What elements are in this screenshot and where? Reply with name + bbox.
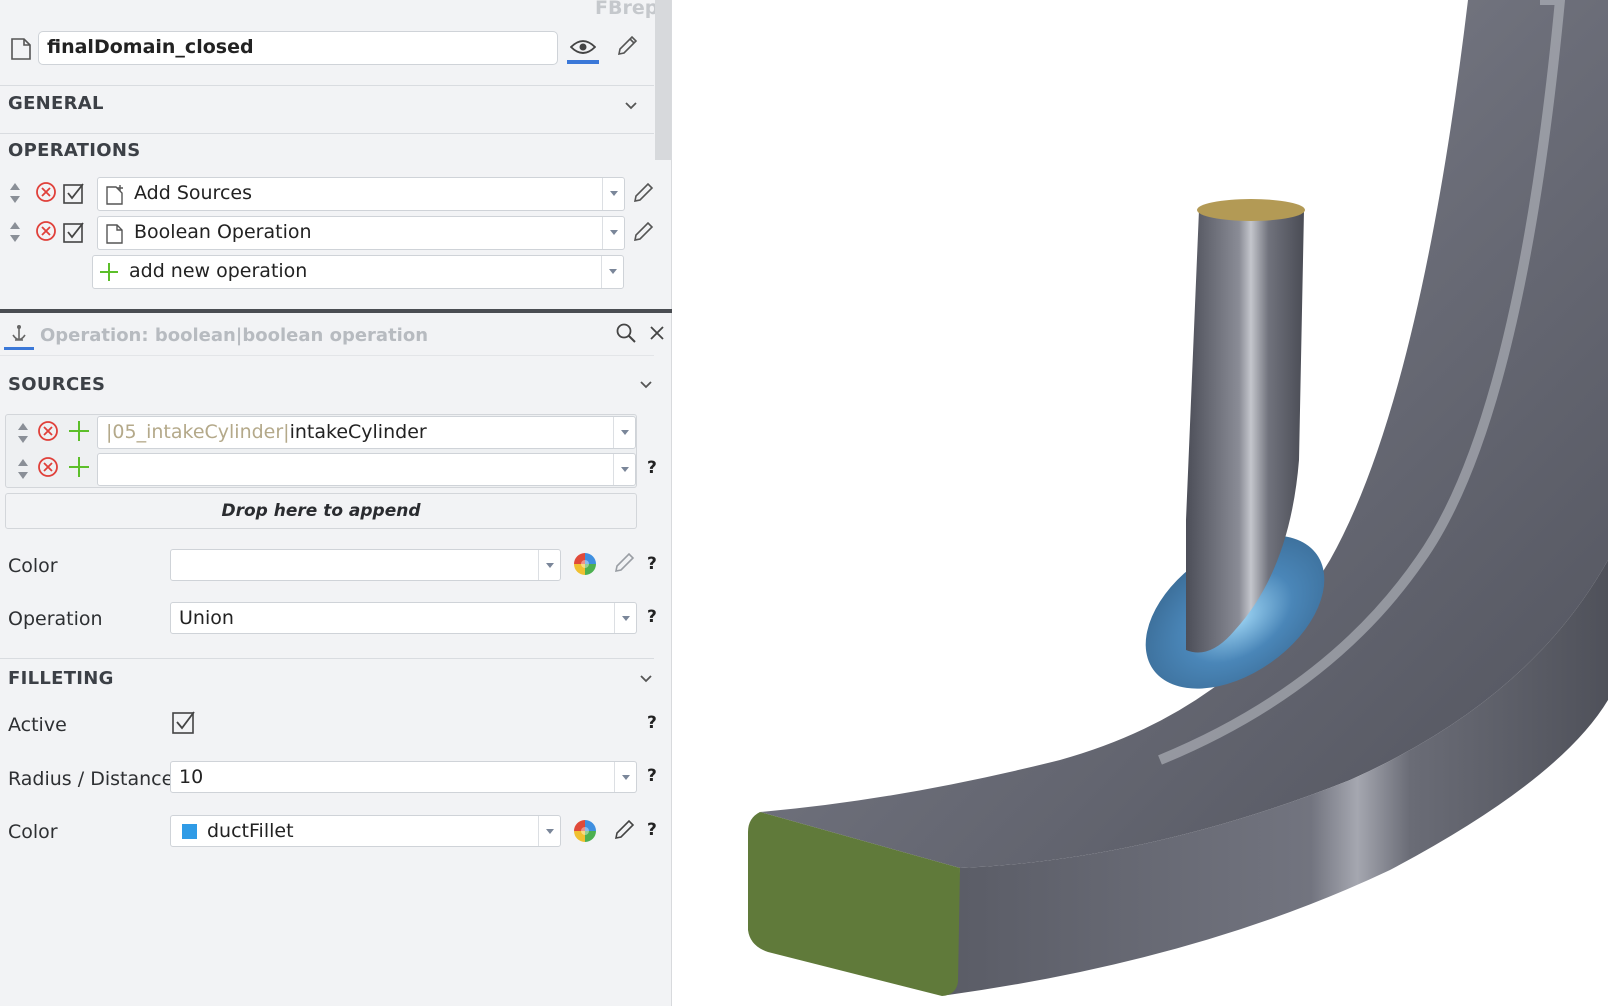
- remove-icon[interactable]: [35, 220, 57, 242]
- operation-label: Add Sources: [134, 182, 252, 204]
- fillet-color-swatch: [182, 824, 197, 839]
- object-name-value: finalDomain_closed: [47, 36, 254, 58]
- fillet-color-value: ductFillet: [207, 820, 294, 842]
- radius-distance-label: Radius / Distance: [8, 768, 174, 790]
- general-section-title: GENERAL: [8, 93, 104, 114]
- color-help[interactable]: ?: [647, 554, 657, 574]
- reorder-handle-icon[interactable]: [8, 220, 22, 244]
- fillet-color-dropdown[interactable]: ductFillet: [170, 815, 561, 847]
- cylinder-top-face: [1197, 199, 1305, 221]
- dropdown-arrow-icon[interactable]: [538, 816, 560, 846]
- color-wheel-icon[interactable]: [573, 552, 597, 576]
- drop-zone[interactable]: Drop here to append: [5, 493, 637, 529]
- radius-distance-field[interactable]: 10: [170, 761, 637, 793]
- dropdown-arrow-icon[interactable]: [602, 217, 624, 249]
- add-source-icon[interactable]: [68, 456, 90, 478]
- operation-type-dropdown[interactable]: Union: [170, 602, 637, 634]
- operations-section-title: OPERATIONS: [8, 140, 141, 161]
- reorder-handle-icon[interactable]: [16, 457, 30, 481]
- divider: [0, 133, 654, 134]
- operation-type-value: Union: [179, 607, 234, 629]
- search-icon[interactable]: [615, 322, 637, 344]
- operation-dropdown[interactable]: Add Sources: [97, 177, 625, 211]
- sources-list: |05_intakeCylinder|intakeCylinder: [5, 414, 637, 488]
- color-pencil-icon[interactable]: [612, 551, 636, 575]
- panel-splitter[interactable]: [0, 309, 672, 313]
- fillet-color-wheel-icon[interactable]: [573, 819, 597, 843]
- fillet-color-help[interactable]: ?: [647, 820, 657, 840]
- active-help[interactable]: ?: [647, 713, 657, 733]
- enabled-checkbox-icon[interactable]: [62, 220, 86, 244]
- operation-label: Operation: [8, 608, 103, 630]
- operation-help[interactable]: ?: [647, 607, 657, 627]
- divider: [0, 355, 654, 356]
- object-name-field[interactable]: finalDomain_closed: [38, 31, 558, 65]
- general-chevron-down-icon[interactable]: [625, 100, 637, 112]
- source-name: intakeCylinder: [289, 421, 427, 443]
- reorder-handle-icon[interactable]: [8, 181, 22, 205]
- source-dropdown[interactable]: |05_intakeCylinder|intakeCylinder: [97, 416, 636, 449]
- edit-operation-pencil-icon[interactable]: [631, 220, 655, 244]
- anchor-icon: [12, 325, 26, 341]
- dropdown-arrow-icon[interactable]: [538, 550, 560, 580]
- edit-operation-pencil-icon[interactable]: [631, 181, 655, 205]
- operation-label: Boolean Operation: [134, 221, 312, 243]
- filleting-chevron-down-icon[interactable]: [640, 673, 652, 685]
- operation-dropdown[interactable]: Boolean Operation: [97, 216, 625, 250]
- add-source-icon[interactable]: [68, 420, 90, 442]
- panel-scrollbar[interactable]: [655, 0, 671, 160]
- operation-row: Add Sources: [0, 176, 660, 212]
- close-icon[interactable]: [649, 325, 665, 341]
- reorder-handle-icon[interactable]: [16, 421, 30, 445]
- remove-source-icon[interactable]: [37, 420, 59, 442]
- active-label: Active: [8, 714, 67, 736]
- add-new-operation-dropdown[interactable]: add new operation: [92, 255, 624, 289]
- dropdown-arrow-icon[interactable]: [614, 603, 636, 633]
- visibility-active-indicator: [567, 60, 599, 64]
- divider: [0, 658, 654, 659]
- visibility-toggle[interactable]: [567, 32, 599, 64]
- object-type-label: FBrep: [595, 0, 659, 19]
- add-sources-icon: [106, 185, 123, 205]
- color-label: Color: [8, 555, 58, 577]
- sources-section-title: SOURCES: [8, 374, 106, 395]
- boolean-operation-icon: [106, 224, 123, 244]
- source-dropdown-empty[interactable]: [97, 453, 636, 486]
- sources-help[interactable]: ?: [647, 458, 657, 478]
- remove-source-icon[interactable]: [37, 456, 59, 478]
- operation-panel-title: Operation: boolean|boolean operation: [40, 325, 429, 346]
- 3d-viewport[interactable]: [673, 0, 1608, 1006]
- radius-help[interactable]: ?: [647, 766, 657, 786]
- dropdown-arrow-icon[interactable]: [613, 417, 635, 448]
- radius-distance-value: 10: [179, 766, 204, 788]
- add-new-operation-label: add new operation: [129, 260, 308, 282]
- fillet-color-pencil-icon[interactable]: [612, 818, 636, 842]
- properties-panel: FBrep finalDomain_closed GENERAL OPERATI…: [0, 0, 672, 1006]
- document-icon: [11, 38, 31, 60]
- divider: [0, 85, 654, 86]
- active-checkbox-icon[interactable]: [171, 709, 197, 735]
- duct-model-render: [748, 0, 1608, 996]
- dropdown-arrow-icon[interactable]: [614, 762, 636, 792]
- fillet-color-label: Color: [8, 821, 58, 843]
- filleting-section-title: FILLETING: [8, 668, 114, 689]
- remove-icon[interactable]: [35, 181, 57, 203]
- operation-tab-indicator: [4, 347, 34, 350]
- color-dropdown[interactable]: [170, 549, 561, 581]
- dropdown-arrow-icon[interactable]: [601, 256, 623, 288]
- eye-icon: [570, 40, 596, 54]
- source-path: |05_intakeCylinder|: [106, 421, 290, 443]
- dropdown-arrow-icon[interactable]: [602, 178, 624, 210]
- operation-row: Boolean Operation: [0, 215, 660, 251]
- edit-name-pencil-icon[interactable]: [615, 34, 639, 58]
- sources-chevron-down-icon[interactable]: [640, 379, 652, 391]
- plus-icon: [100, 263, 118, 281]
- enabled-checkbox-icon[interactable]: [62, 181, 86, 205]
- dropdown-arrow-icon[interactable]: [613, 454, 635, 485]
- drop-zone-label: Drop here to append: [221, 501, 421, 521]
